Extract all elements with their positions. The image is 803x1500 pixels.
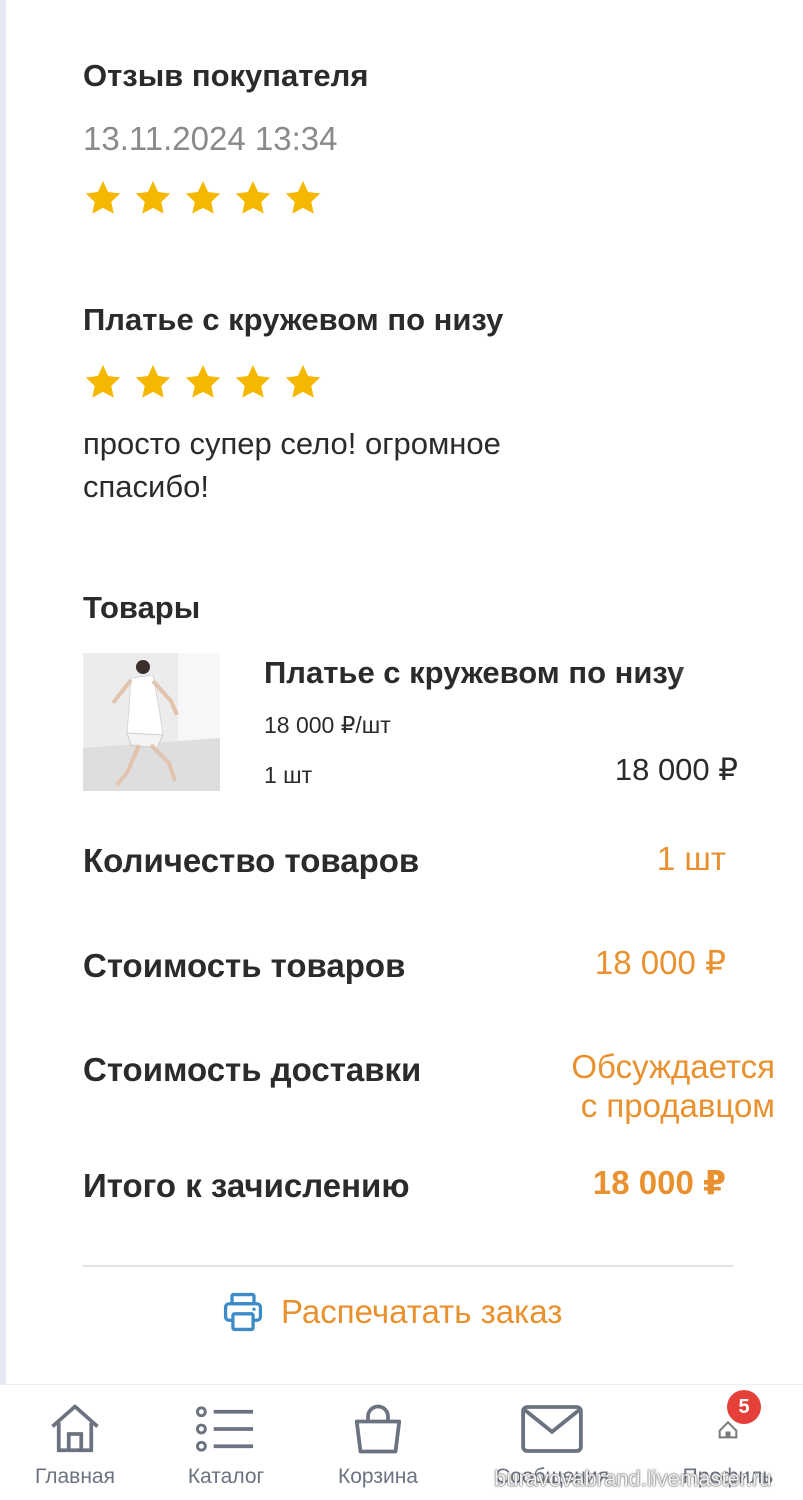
shopping-bag-icon: [354, 1404, 402, 1454]
order-page: Отзыв покупателя 13.11.2024 13:34 Платье…: [0, 0, 803, 1384]
review-text-line1: просто супер село! огромное: [83, 426, 501, 461]
review-rating-stars: [83, 178, 323, 218]
nav-cart[interactable]: Корзина: [303, 1385, 453, 1500]
print-order-label: Распечатать заказ: [281, 1293, 563, 1330]
print-order-button[interactable]: Распечатать заказ: [221, 1290, 562, 1334]
star-icon: [235, 365, 271, 398]
product-photo-image: [83, 653, 220, 791]
divider: [83, 1265, 733, 1267]
nav-cart-label: Корзина: [338, 1465, 418, 1488]
item-name[interactable]: Платье с кружевом по низу: [264, 655, 716, 695]
messages-count-badge: 5: [727, 1390, 761, 1424]
nav-catalog-label: Каталог: [187, 1465, 265, 1488]
delivery-label: Стоимость доставки: [83, 1051, 422, 1088]
star-icon: [135, 365, 171, 398]
total-value: 18 000 ₽: [592, 1164, 726, 1201]
review-text-line2: спасибо!: [83, 469, 209, 504]
goods-title: Товары: [83, 590, 201, 625]
review-title: Отзыв покупателя: [83, 58, 369, 93]
cost-value: 18 000 ₽: [594, 944, 726, 981]
star-icon: [135, 181, 171, 214]
item-qty: 1 шт: [264, 762, 313, 788]
star-icon: [85, 181, 121, 214]
item-total: 18 000 ₽: [614, 752, 738, 787]
nav-catalog[interactable]: Каталог: [151, 1385, 301, 1500]
nav-home[interactable]: Главная: [0, 1385, 150, 1500]
qty-value: 1 шт: [656, 840, 726, 877]
nav-home-label: Главная: [35, 1465, 115, 1488]
watermark: buravovabrand.livemaster.ru: [494, 1466, 772, 1491]
mail-icon: [521, 1405, 583, 1453]
delivery-value-line1: Обсуждается: [571, 1048, 775, 1085]
total-label: Итого к зачислению: [83, 1167, 410, 1204]
delivery-value-line2: с продавцом: [580, 1087, 775, 1124]
printer-icon: [223, 1292, 263, 1332]
item-unit-price: 18 000 ₽/шт: [264, 712, 391, 738]
star-icon: [235, 181, 271, 214]
star-icon: [185, 365, 221, 398]
product-rating-stars: [83, 362, 323, 402]
product-review-title: Платье с кружевом по низу: [83, 302, 504, 337]
star-icon: [285, 181, 321, 214]
review-datetime: 13.11.2024 13:34: [83, 120, 338, 157]
star-icon: [285, 365, 321, 398]
qty-label: Количество товаров: [83, 842, 420, 879]
catalog-list-icon: [195, 1406, 254, 1452]
home-icon: [51, 1404, 99, 1453]
star-icon: [185, 181, 221, 214]
cost-label: Стоимость товаров: [83, 947, 406, 984]
star-icon: [85, 365, 121, 398]
product-thumbnail[interactable]: [83, 653, 220, 791]
